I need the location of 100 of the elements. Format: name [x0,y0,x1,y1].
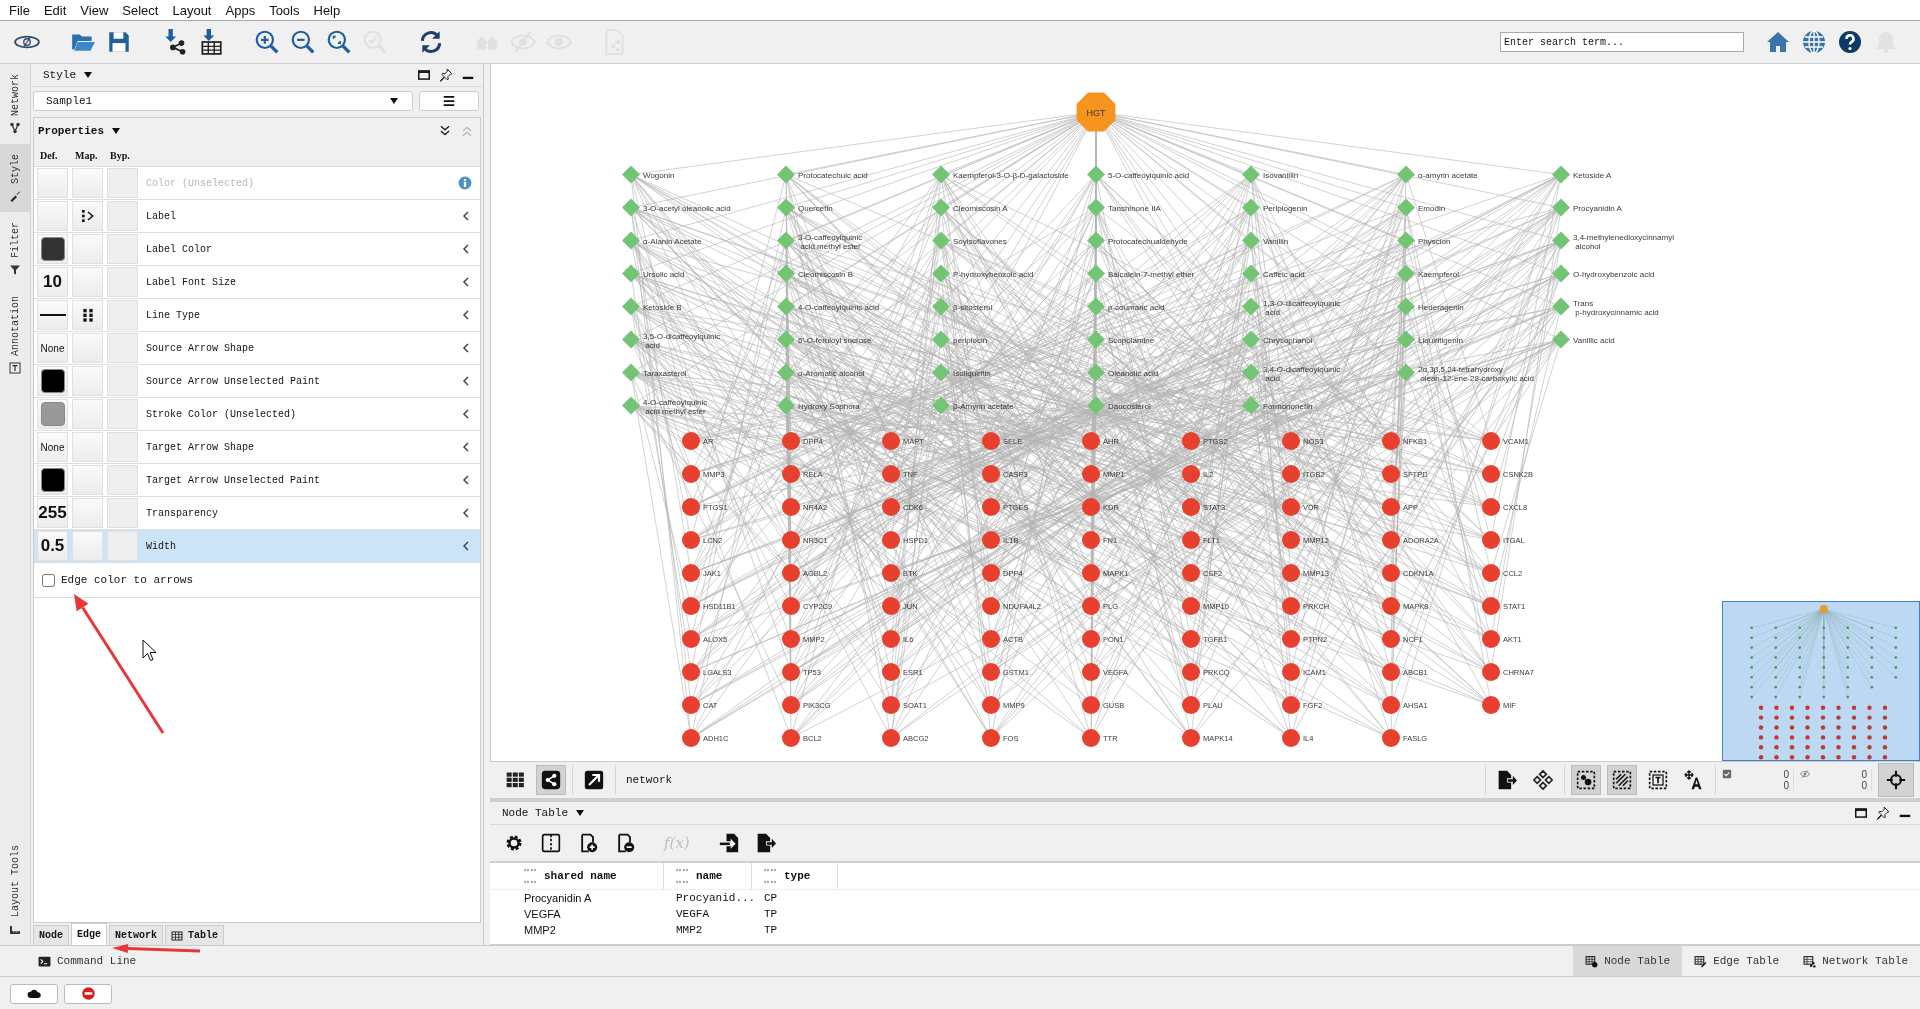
property-row[interactable]: Label [34,200,480,233]
property-name: Line Type [146,309,200,321]
table-cell-text: VEGFA [675,908,710,920]
node-label: Formononetin [1263,401,1313,411]
node-label: HGT [1086,107,1106,118]
panel-title[interactable]: Node Table [502,807,568,819]
node-label: 5-O-caffeoylquinic acid [1108,170,1190,180]
node-label: Hederagenin [1418,302,1464,312]
property-name: Stroke Color (Unselected) [146,408,297,420]
network-title: network [626,774,673,786]
node-label: Scopolamine [1108,335,1155,345]
property-row[interactable]: 0.5 Width [34,530,480,563]
node-label: 4-O-caffeoylquinic acid [798,302,880,312]
menu-item[interactable]: Layout [165,2,219,18]
node-label: α-Alanin Acetate [643,236,702,246]
menu-item[interactable]: Help [306,2,348,18]
node-label: Daucosterol [1108,401,1151,411]
property-name: Label Font Size [146,276,236,288]
node-label: Ketoside B [643,302,682,312]
column-header: Byp. [110,149,131,161]
node-label: Emodin [1418,203,1446,213]
property-row[interactable]: Line Type [34,299,480,332]
property-row[interactable]: Stroke Color (Unselected) [34,398,480,431]
node-label: 3,4-methylenedioxycinnamyl alcohol [1573,233,1674,251]
default-value-cell[interactable]: 10 [37,267,68,297]
menu-item[interactable]: File [2,2,37,18]
node-label: Isoliquiritin [953,368,991,378]
node-label: Vanillic acid [1573,335,1615,345]
property-row[interactable]: Label Color [34,233,480,266]
table-tab[interactable]: Network Table [1791,946,1920,976]
side-tab[interactable]: Annotation [0,286,30,385]
side-tab[interactable]: Layout Tools [0,835,30,945]
node-label: Taraxasterol [643,368,687,378]
node-label: Trans p-hydroxycinnamic acid [1573,299,1659,317]
property-row[interactable]: None Source Arrow Shape [34,332,480,365]
node-label: O-hydroxybenzoic acid [1573,269,1655,279]
node-label: Procyanidin A [1573,203,1622,213]
node-label: periplocin [953,335,988,345]
menu-item[interactable]: Select [115,2,166,18]
table-tab[interactable]: Node Table [1573,946,1683,976]
node-label: Soyisoflavones [953,236,1007,246]
node-label: Ketoside A [1573,170,1612,180]
node-label: Cleomiscosin B [798,269,854,279]
default-value-cell[interactable]: None [37,333,68,363]
property-row[interactable]: Source Arrow Unselected Paint [34,365,480,398]
search-field[interactable]: Enter search term... [1500,32,1744,52]
property-name: Source Arrow Shape [146,342,255,354]
property-name: Target Arrow Shape [146,441,255,453]
node-label: Oleanolic acid [1108,368,1159,378]
node-label: Liquiritigenin [1418,335,1463,345]
node-label: 3-O-caffeoylquinic acid methyl ester [798,233,863,251]
panel-title[interactable]: Style [43,69,76,81]
property-name: Source Arrow Unselected Paint [146,375,321,387]
tab[interactable]: Table [165,925,225,945]
property-name: Transparency [146,507,218,519]
column-header: Map. [75,149,99,161]
menu-item[interactable]: Edit [36,2,74,18]
section-title[interactable]: Properties [38,125,104,137]
count-value: 0 [1783,780,1789,791]
default-value: None [40,441,65,453]
node-label: Kaempferol [1418,269,1459,279]
column-header[interactable]: shared name [512,863,664,889]
node-label: β-Amyrin acetate [953,401,1014,411]
style-dropdown[interactable]: Sample1 [33,91,413,111]
side-tab[interactable]: Filter [0,212,30,287]
property-name: Color (Unselected) [146,177,255,189]
tab[interactable]: Edge [71,923,108,945]
node-label: Vanillin [1263,236,1289,246]
node-label: 3-O-acetyl oleanolic acid [643,203,731,213]
side-tab[interactable]: Style [0,144,30,213]
node-label: Chrysophanol [1263,335,1313,345]
node-label: 1,3-O-dicaffeoylquinic acid [1263,299,1341,317]
default-value-cell[interactable]: None [37,432,68,462]
node-label: Wogonin [643,170,675,180]
column-header[interactable]: type [752,863,838,889]
menu-item[interactable]: View [73,2,116,18]
node-label: β-sitosterol [953,302,993,312]
menu-item[interactable]: Tools [262,2,307,18]
tab[interactable]: Node [33,925,69,945]
property-name: Label [146,210,176,222]
default-value: None [40,342,65,354]
node-label: Isovanillin [1263,170,1299,180]
tab[interactable]: Network [109,925,164,945]
count-value: 0 [1861,780,1867,791]
table-cell-text: CP [763,892,779,904]
property-row[interactable]: None Target Arrow Shape [34,431,480,464]
menu-item[interactable]: Apps [218,2,263,18]
table-cell-text: MMP2 [523,924,557,936]
node-label: Hydroxy Sophora [798,401,860,411]
table-tab[interactable]: Edge Table [1682,946,1792,976]
column-header[interactable]: name [664,863,752,889]
command-line-tab[interactable]: Command Line [0,946,137,976]
property-row[interactable]: 10 Label Font Size [34,266,480,299]
node-label: 6'-O-feruloyl sucrose [798,335,872,345]
node-label: Protocatechualdehyde [1108,236,1188,246]
side-tab[interactable]: Network [0,64,30,144]
property-row[interactable]: Target Arrow Unselected Paint [34,464,480,497]
node-label: Quercetin [798,203,833,213]
checkbox-label: Edge color to arrows [61,574,194,586]
node-label: Cleomiscosin A [953,203,1008,213]
